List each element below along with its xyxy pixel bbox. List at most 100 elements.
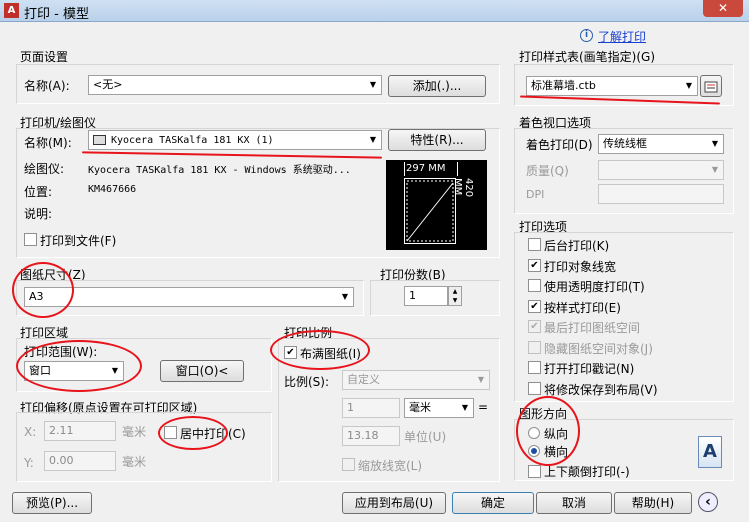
plotter-value: Kyocera TASKalfa 181 KX - Windows 系统驱动..… bbox=[88, 165, 351, 176]
annotation-circle-plot-range bbox=[16, 340, 142, 392]
quality-combo[interactable]: ▼ bbox=[598, 160, 724, 180]
scale-unit-combo[interactable]: 毫米 ▼ bbox=[404, 398, 474, 418]
page-setup-name-value: <无> bbox=[93, 78, 123, 91]
apply-to-layout-button[interactable]: 应用到布局(U) bbox=[342, 492, 446, 514]
option-checkbox[interactable]: ✔ bbox=[528, 258, 541, 272]
cancel-button[interactable]: 取消 bbox=[536, 492, 612, 514]
chevron-down-icon: ▼ bbox=[369, 80, 377, 89]
style-editor-icon bbox=[704, 81, 718, 93]
dpi-label: DPI bbox=[526, 188, 545, 201]
plotter-label: 绘图仪: bbox=[24, 162, 65, 176]
page-setup-name-combo[interactable]: <无> ▼ bbox=[88, 75, 382, 95]
preview-button[interactable]: 预览(P)... bbox=[12, 492, 92, 514]
location-value: KM467666 bbox=[88, 184, 137, 195]
page-setup-group-label: 页面设置 bbox=[20, 50, 69, 64]
more-options-button[interactable]: ‹ bbox=[698, 492, 718, 512]
copies-input[interactable]: 1 bbox=[404, 286, 448, 306]
shade-plot-value: 传统线框 bbox=[603, 137, 647, 150]
window-title: 打印 - 模型 bbox=[24, 7, 89, 22]
option-label: 最后打印图纸空间 bbox=[544, 321, 641, 335]
help-link[interactable]: 了解打印 bbox=[598, 28, 646, 45]
collapse-icon: ‹ bbox=[705, 494, 711, 510]
option-checkbox[interactable] bbox=[528, 381, 541, 395]
title-bar: A 打印 - 模型 ✕ bbox=[0, 0, 749, 22]
autocad-app-icon: A bbox=[4, 3, 19, 18]
option-label: 将修改保存到布局(V) bbox=[544, 382, 658, 397]
option-checkbox[interactable]: ✔ bbox=[528, 320, 541, 333]
printer-icon bbox=[93, 135, 106, 145]
scale-value-2-input[interactable]: 13.18 bbox=[342, 426, 400, 446]
edit-style-table-button[interactable] bbox=[700, 75, 722, 97]
window-pick-button[interactable]: 窗口(O)< bbox=[160, 360, 244, 382]
dpi-input[interactable] bbox=[598, 184, 724, 204]
offset-y-label: Y: bbox=[24, 456, 34, 470]
option-label: 按样式打印(E) bbox=[544, 300, 621, 315]
option-checkbox[interactable] bbox=[528, 279, 541, 292]
option-label: 后台打印(K) bbox=[544, 239, 610, 253]
annotation-circle-orientation bbox=[516, 396, 580, 466]
scale-label: 比例(S): bbox=[284, 375, 330, 389]
description-label: 说明: bbox=[24, 207, 53, 221]
chevron-down-icon: ▼ bbox=[711, 165, 719, 174]
scale-combo[interactable]: 自定义 ▼ bbox=[342, 370, 490, 390]
preview-paper bbox=[404, 178, 456, 244]
scale-value: 自定义 bbox=[347, 373, 380, 386]
chevron-down-icon: ▼ bbox=[685, 81, 693, 90]
style-table-combo[interactable]: 标准幕墙.ctb ▼ bbox=[526, 76, 698, 96]
offset-x-unit: 毫米 bbox=[122, 425, 147, 439]
option-checkbox[interactable]: ✔ bbox=[528, 299, 541, 313]
close-button[interactable]: ✕ bbox=[703, 0, 743, 17]
printer-name-combo[interactable]: Kyocera TASKalfa 181 KX (1) ▼ bbox=[88, 130, 382, 150]
paper-preview: 297 MM 420 MM bbox=[386, 160, 487, 250]
offset-y-input[interactable]: 0.00 bbox=[44, 451, 116, 471]
shade-plot-combo[interactable]: 传统线框 ▼ bbox=[598, 134, 724, 154]
help-button[interactable]: 帮助(H) bbox=[614, 492, 692, 514]
scale-unit-value: 毫米 bbox=[409, 401, 431, 414]
ok-button[interactable]: 确定 bbox=[452, 492, 534, 514]
annotation-circle-fit-to-paper bbox=[270, 330, 370, 370]
scale-unit-label: 单位(U) bbox=[404, 430, 447, 444]
copies-stepper[interactable]: ▲ ▼ bbox=[448, 286, 462, 306]
preview-diagonal bbox=[406, 180, 454, 242]
scale-lineweights-checkbox[interactable] bbox=[342, 458, 355, 471]
orientation-letter: A bbox=[703, 441, 717, 462]
printer-name-value: Kyocera TASKalfa 181 KX (1) bbox=[111, 135, 274, 146]
scale-value-1-input[interactable]: 1 bbox=[342, 398, 400, 418]
annotation-circle-paper-size bbox=[12, 262, 74, 318]
offset-x-input[interactable]: 2.11 bbox=[44, 421, 116, 441]
printer-properties-button[interactable]: 特性(R)... bbox=[388, 129, 486, 151]
option-label: 使用透明度打印(T) bbox=[544, 280, 645, 294]
printer-name-label: 名称(M): bbox=[24, 136, 72, 150]
print-to-file-label: 打印到文件(F) bbox=[40, 234, 117, 248]
option-checkbox[interactable] bbox=[528, 340, 541, 354]
chevron-down-icon: ▼ bbox=[477, 375, 485, 384]
style-table-value: 标准幕墙.ctb bbox=[531, 79, 596, 92]
option-label: 隐藏图纸空间对象(J) bbox=[544, 341, 653, 356]
option-label: 打开打印戳记(N) bbox=[544, 362, 635, 376]
style-table-group-label: 打印样式表(画笔指定)(G) bbox=[519, 50, 656, 64]
offset-y-unit: 毫米 bbox=[122, 455, 147, 469]
upside-down-label: 上下颠倒打印(-) bbox=[544, 465, 630, 479]
quality-label: 质量(Q) bbox=[526, 164, 569, 178]
location-label: 位置: bbox=[24, 185, 53, 199]
option-checkbox[interactable] bbox=[528, 238, 541, 251]
option-checkbox[interactable] bbox=[528, 361, 541, 374]
option-label: 打印对象线宽 bbox=[544, 259, 617, 274]
chevron-down-icon: ▼ bbox=[341, 292, 349, 301]
chevron-down-icon: ▼ bbox=[711, 139, 719, 148]
page-setup-name-label: 名称(A): bbox=[24, 79, 70, 93]
chevron-down-icon: ▼ bbox=[369, 135, 377, 144]
print-to-file-checkbox[interactable] bbox=[24, 233, 37, 246]
info-icon: i bbox=[580, 29, 593, 42]
upside-down-checkbox[interactable] bbox=[528, 465, 541, 478]
chevron-down-icon: ▼ bbox=[461, 403, 469, 412]
add-page-setup-button[interactable]: 添加(.)... bbox=[388, 75, 486, 97]
scale-lineweights-label: 缩放线宽(L) bbox=[358, 459, 423, 473]
shade-plot-label: 着色打印(D) bbox=[526, 138, 593, 152]
offset-x-label: X: bbox=[24, 425, 37, 439]
preview-height-text: 420 MM bbox=[452, 178, 474, 198]
preview-width-dimension-line bbox=[404, 162, 458, 176]
equals-sign: = bbox=[478, 400, 489, 414]
orientation-page-icon: A bbox=[698, 436, 722, 468]
annotation-circle-center-plot bbox=[158, 416, 228, 450]
